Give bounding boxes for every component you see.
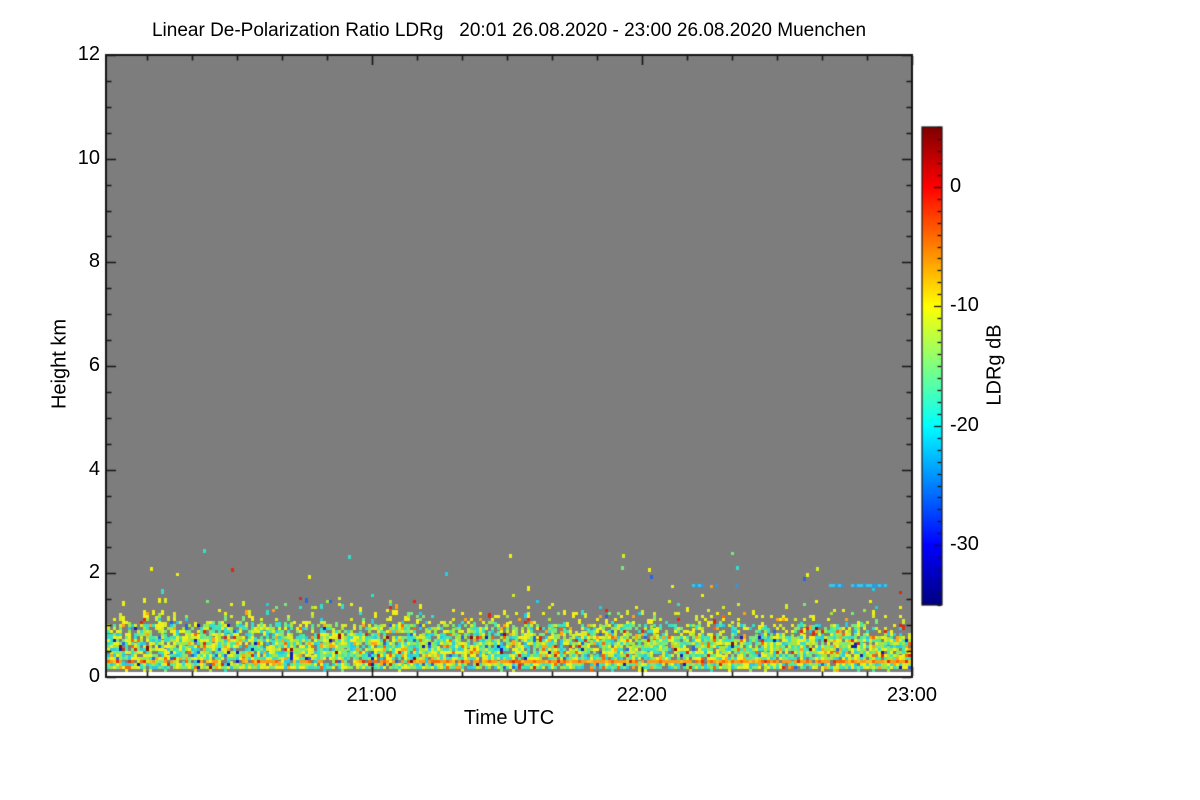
heatmap-canvas	[0, 0, 1200, 800]
x-tick-label: 23:00	[886, 684, 938, 706]
y-tick-label: 12	[77, 43, 100, 65]
figure: Linear De-Polarization Ratio LDRg 20:01 …	[0, 0, 1200, 800]
y-tick-label: 8	[88, 250, 100, 273]
colorbar-label: LDRg dB	[983, 324, 1006, 406]
x-tick-label: 21:00	[346, 684, 397, 706]
colorbar-tick-label: 0	[950, 174, 962, 197]
colorbar-tick-label: -10	[950, 294, 979, 317]
y-tick-label: 4	[88, 457, 100, 480]
colorbar-tick-label: -30	[950, 533, 979, 556]
y-tick-label: 0	[88, 665, 100, 687]
y-tick-label: 6	[88, 354, 100, 376]
colorbar-tick-label: -20	[950, 413, 979, 436]
x-tick-label: 22:00	[616, 684, 667, 706]
chart-title: Linear De-Polarization Ratio LDRg 20:01 …	[151, 20, 867, 41]
y-tick-label: 10	[77, 146, 100, 169]
x-axis-label: Time UTC	[463, 707, 555, 729]
y-tick-label: 2	[88, 561, 100, 584]
